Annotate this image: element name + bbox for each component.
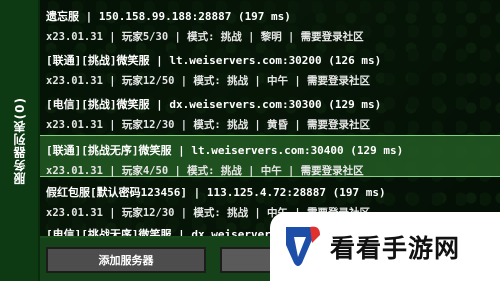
server-title: 遗忘服 | 150.158.99.188:28887 (197 ms) — [46, 10, 291, 23]
watermark-logo-icon — [286, 226, 320, 266]
server-title: 假红包服[默认密码123456] | 113.125.4.72:28887 (1… — [46, 186, 386, 199]
add-server-button[interactable]: 添加服务器 — [46, 247, 206, 273]
watermark-text: 看看手游网 — [330, 233, 461, 263]
server-details: x23.01.31 | 玩家5/30 | 模式: 挑战 | 黎明 | 需要登录社… — [46, 31, 364, 43]
server-row[interactable]: [联通][挑战]微笑服 | lt.weiservers.com:30200 (1… — [40, 46, 500, 88]
server-list-tab[interactable]: 服务器列表(0) — [0, 0, 40, 281]
server-details: x23.01.31 | 玩家4/50 | 模式: 挑战 | 中午 | 需要登录社… — [46, 165, 364, 177]
server-title: [联通][挑战]微笑服 | lt.weiservers.com:30200 (1… — [46, 54, 382, 67]
server-title: [联通][挑战无序]微笑服 | lt.weiservers.com:30400 … — [46, 144, 404, 157]
server-list-tab-label: 服务器列表(0) — [12, 96, 27, 185]
server-title: [电信][挑战]微笑服 | dx.weiservers.com:30300 (1… — [46, 98, 382, 111]
server-row[interactable]: [电信][挑战]微笑服 | dx.weiservers.com:30300 (1… — [40, 90, 500, 132]
server-row-selected[interactable]: [联通][挑战无序]微笑服 | lt.weiservers.com:30400 … — [40, 135, 500, 177]
server-row[interactable]: 遗忘服 | 150.158.99.188:28887 (197 ms) x23.… — [40, 2, 500, 44]
server-list[interactable]: 遗忘服 | 150.158.99.188:28887 (197 ms) x23.… — [40, 0, 500, 236]
server-details: x23.01.31 | 玩家12/30 | 模式: 挑战 | 黄昏 | 需要登录… — [46, 119, 371, 131]
server-details: x23.01.31 | 玩家12/50 | 模式: 挑战 | 中午 | 需要登录… — [46, 75, 371, 87]
watermark: 看看手游网 — [270, 212, 500, 281]
